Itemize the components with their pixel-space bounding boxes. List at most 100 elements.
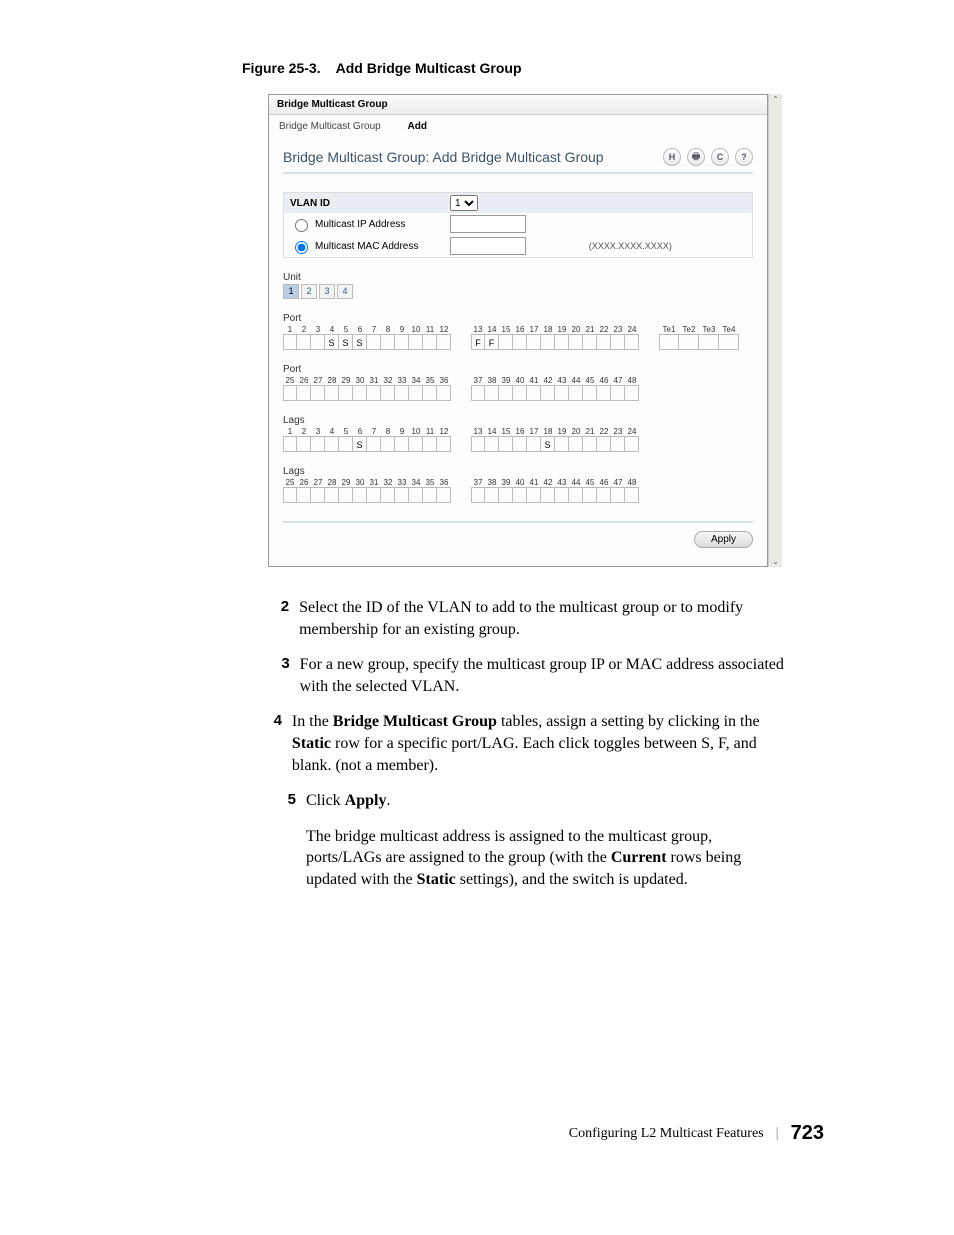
grid-cell[interactable]: [471, 436, 485, 452]
grid-cell[interactable]: [583, 487, 597, 503]
grid-cell[interactable]: [555, 385, 569, 401]
grid-cell[interactable]: S: [339, 334, 353, 350]
grid-cell[interactable]: [719, 334, 739, 350]
grid-cell[interactable]: [339, 436, 353, 452]
grid-cell[interactable]: [423, 385, 437, 401]
grid-cell[interactable]: [485, 487, 499, 503]
unit-2[interactable]: 2: [301, 284, 317, 299]
grid-cell[interactable]: [423, 334, 437, 350]
grid-cell[interactable]: [555, 334, 569, 350]
multicast-mac-radio[interactable]: [295, 241, 308, 254]
grid-cell[interactable]: [437, 436, 451, 452]
grid-cell[interactable]: [367, 385, 381, 401]
grid-cell[interactable]: S: [353, 436, 367, 452]
grid-cell[interactable]: [311, 334, 325, 350]
grid-cell[interactable]: [569, 385, 583, 401]
grid-cell[interactable]: [381, 436, 395, 452]
grid-cell[interactable]: [555, 436, 569, 452]
grid-cell[interactable]: [597, 385, 611, 401]
grid-cell[interactable]: [437, 487, 451, 503]
grid-cell[interactable]: [659, 334, 679, 350]
grid-cell[interactable]: [409, 436, 423, 452]
grid-cell[interactable]: [367, 436, 381, 452]
scrollbar[interactable]: ⌃ ⌄: [768, 94, 782, 567]
grid-cell[interactable]: [423, 436, 437, 452]
grid-cell[interactable]: [325, 487, 339, 503]
grid-cell[interactable]: [499, 385, 513, 401]
refresh-icon[interactable]: C: [711, 148, 729, 166]
scroll-up-icon[interactable]: ⌃: [771, 95, 780, 104]
grid-cell[interactable]: [611, 487, 625, 503]
grid-cell[interactable]: [541, 385, 555, 401]
vlan-id-select[interactable]: 1: [450, 195, 478, 211]
grid-cell[interactable]: [611, 385, 625, 401]
grid-cell[interactable]: [311, 436, 325, 452]
grid-cell[interactable]: [381, 334, 395, 350]
grid-cell[interactable]: [611, 436, 625, 452]
unit-3[interactable]: 3: [319, 284, 335, 299]
grid-cell[interactable]: [297, 487, 311, 503]
grid-cell[interactable]: [527, 487, 541, 503]
grid-cell[interactable]: [437, 334, 451, 350]
grid-cell[interactable]: [485, 436, 499, 452]
grid-cell[interactable]: [513, 334, 527, 350]
grid-cell[interactable]: S: [541, 436, 555, 452]
grid-cell[interactable]: [311, 487, 325, 503]
grid-cell[interactable]: [597, 487, 611, 503]
grid-cell[interactable]: F: [485, 334, 499, 350]
grid-cell[interactable]: [437, 385, 451, 401]
grid-cell[interactable]: [367, 334, 381, 350]
grid-cell[interactable]: [555, 487, 569, 503]
grid-cell[interactable]: [297, 334, 311, 350]
grid-cell[interactable]: [325, 436, 339, 452]
grid-cell[interactable]: [569, 334, 583, 350]
grid-cell[interactable]: [423, 487, 437, 503]
apply-button[interactable]: Apply: [694, 531, 753, 548]
grid-cell[interactable]: [409, 334, 423, 350]
grid-cell[interactable]: [283, 385, 297, 401]
grid-cell[interactable]: [499, 334, 513, 350]
multicast-ip-radio[interactable]: [295, 219, 308, 232]
grid-cell[interactable]: [283, 334, 297, 350]
grid-cell[interactable]: [541, 487, 555, 503]
grid-cell[interactable]: [499, 436, 513, 452]
grid-cell[interactable]: [409, 385, 423, 401]
grid-cell[interactable]: [381, 487, 395, 503]
grid-cell[interactable]: [339, 487, 353, 503]
grid-cell[interactable]: [625, 487, 639, 503]
unit-4[interactable]: 4: [337, 284, 353, 299]
grid-cell[interactable]: [297, 385, 311, 401]
grid-cell[interactable]: [625, 436, 639, 452]
grid-cell[interactable]: [527, 385, 541, 401]
grid-cell[interactable]: [625, 334, 639, 350]
grid-cell[interactable]: [583, 334, 597, 350]
grid-cell[interactable]: [395, 487, 409, 503]
grid-cell[interactable]: [569, 436, 583, 452]
grid-cell[interactable]: [583, 436, 597, 452]
grid-cell[interactable]: [339, 385, 353, 401]
scroll-down-icon[interactable]: ⌄: [771, 557, 780, 566]
grid-cell[interactable]: [325, 385, 339, 401]
grid-cell[interactable]: [513, 436, 527, 452]
grid-cell[interactable]: [409, 487, 423, 503]
grid-cell[interactable]: [625, 385, 639, 401]
grid-cell[interactable]: [471, 487, 485, 503]
grid-cell[interactable]: [513, 487, 527, 503]
grid-cell[interactable]: [541, 334, 555, 350]
grid-cell[interactable]: [527, 436, 541, 452]
grid-cell[interactable]: [297, 436, 311, 452]
grid-cell[interactable]: [283, 436, 297, 452]
grid-cell[interactable]: [353, 487, 367, 503]
grid-cell[interactable]: [513, 385, 527, 401]
grid-cell[interactable]: S: [353, 334, 367, 350]
grid-cell[interactable]: [499, 487, 513, 503]
grid-cell[interactable]: [283, 487, 297, 503]
grid-cell[interactable]: [471, 385, 485, 401]
grid-cell[interactable]: [395, 334, 409, 350]
grid-cell[interactable]: [583, 385, 597, 401]
grid-cell[interactable]: [381, 385, 395, 401]
grid-cell[interactable]: [353, 385, 367, 401]
unit-1[interactable]: 1: [283, 284, 299, 299]
print-icon[interactable]: 🖶: [687, 148, 705, 166]
grid-cell[interactable]: S: [325, 334, 339, 350]
